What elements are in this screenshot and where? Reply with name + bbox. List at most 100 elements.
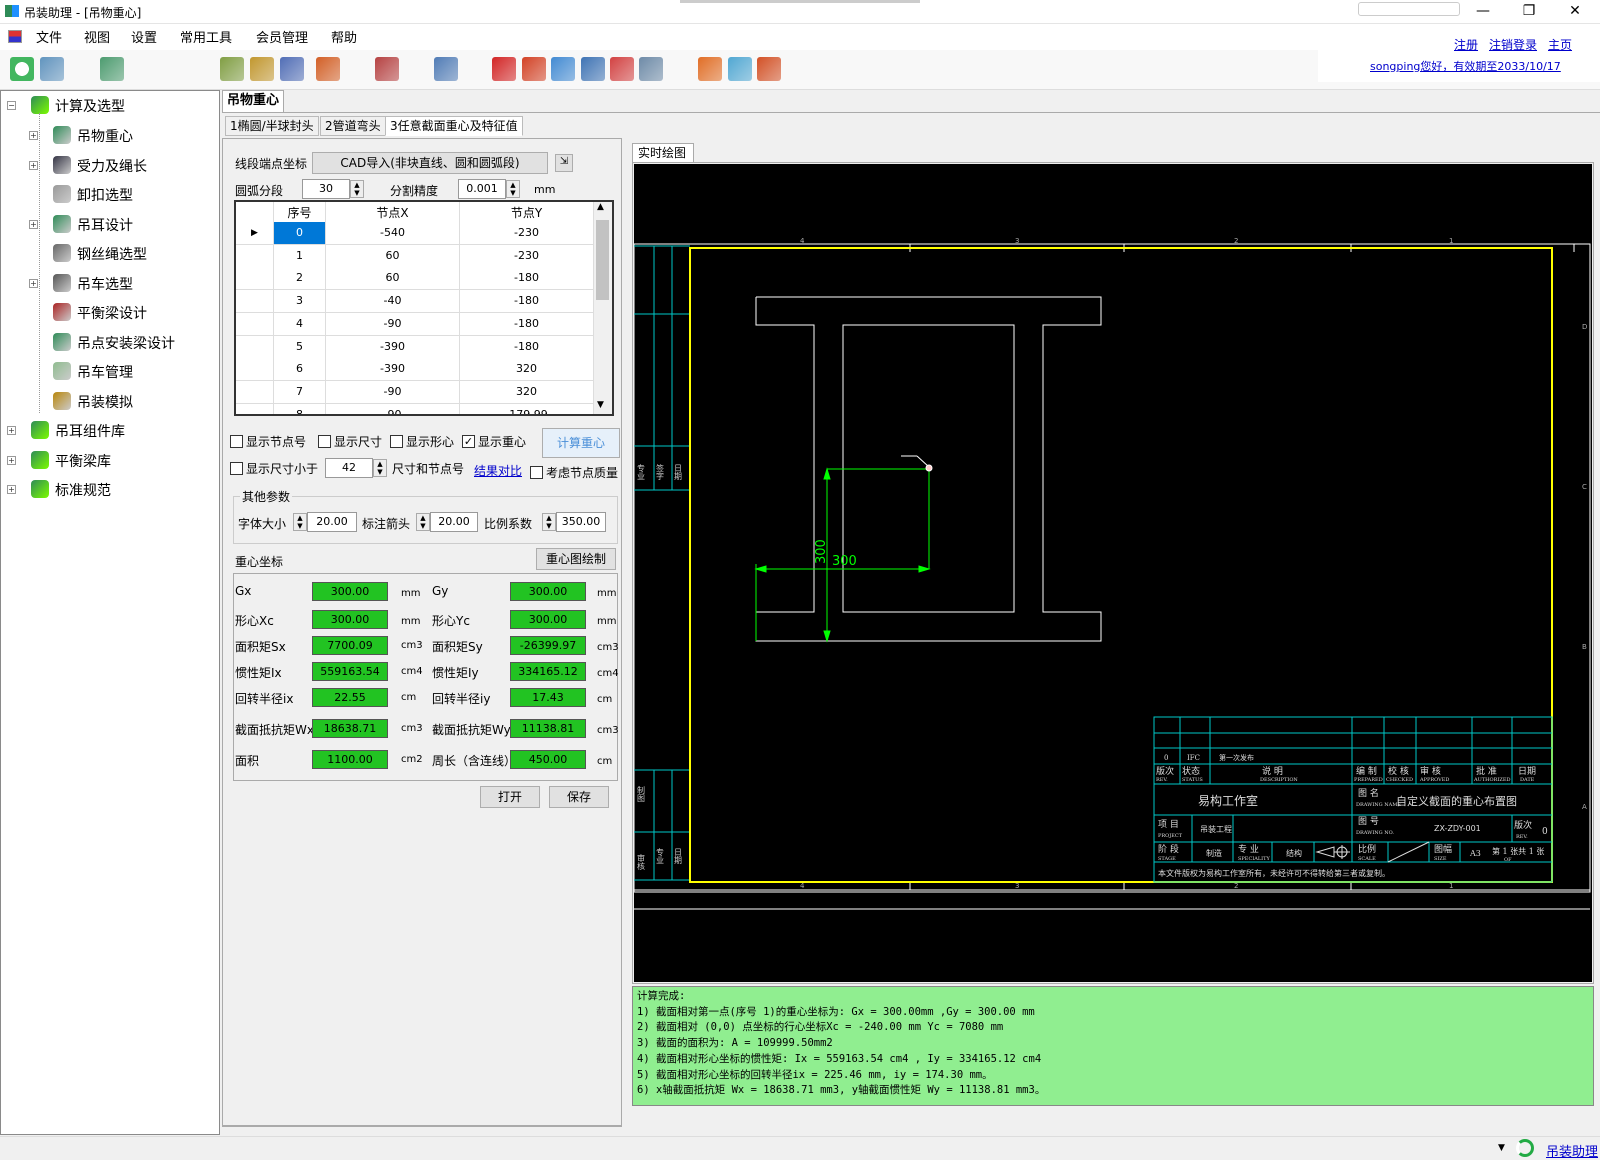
cad-import-button[interactable]: CAD导入(非块直线、圆和圆弧段)	[312, 152, 548, 174]
grid-cell[interactable]: 5	[274, 335, 326, 359]
tree-toggle-icon[interactable]: +	[29, 219, 38, 229]
pdf-icon[interactable]	[492, 57, 517, 81]
grid-cell[interactable]: -230	[460, 244, 594, 268]
grid-cell[interactable]: 1	[274, 244, 326, 268]
calculator-icon[interactable]	[345, 57, 369, 81]
cad-pick-icon[interactable]: ⇲	[555, 154, 573, 172]
grid-row-header[interactable]	[236, 290, 274, 314]
grid-cell[interactable]: -90	[326, 312, 460, 336]
logout-link[interactable]: 注销登录	[1489, 36, 1537, 53]
show-centroid-checkbox[interactable]	[390, 435, 403, 448]
size-less-input[interactable]: 42	[325, 458, 373, 478]
grid-cell[interactable]: -390	[326, 335, 460, 359]
compare-link[interactable]: 结果对比	[474, 462, 522, 479]
menu-tools[interactable]: 常用工具	[176, 27, 236, 46]
arrow-input[interactable]: 20.00	[430, 512, 478, 532]
mdi-icon[interactable]	[8, 30, 22, 43]
tree-item-6[interactable]: 平衡梁设计	[1, 298, 219, 328]
tree-root[interactable]: − 计算及选型	[1, 91, 219, 121]
crane-icon[interactable]	[160, 57, 184, 81]
size-less-stepper[interactable]: ▲ ▼	[373, 459, 387, 477]
close-tool-icon[interactable]	[698, 57, 723, 81]
tab-ellipse-head[interactable]: 1椭圆/半球封头	[225, 116, 319, 136]
open-button[interactable]: 打开	[480, 786, 540, 808]
grid-cell[interactable]: 0	[274, 222, 326, 245]
show-node-number-checkbox[interactable]	[230, 435, 243, 448]
logo-icon[interactable]	[10, 57, 34, 81]
message-output[interactable]: 计算完成: 1) 截面相对第一点(序号 1)的重心坐标为: Gx = 300.00…	[632, 986, 1594, 1106]
grid-cell[interactable]: -180	[460, 335, 594, 359]
font-size-stepper[interactable]: ▲ ▼	[293, 513, 307, 531]
doc-tab[interactable]: 吊物重心	[222, 90, 284, 112]
minimize-button[interactable]: —	[1460, 0, 1506, 24]
tree-item-2[interactable]: 卸扣选型	[1, 180, 219, 210]
save-button[interactable]: 保存	[549, 786, 609, 808]
tree-item-0[interactable]: + 吊物重心	[1, 121, 219, 151]
result-value[interactable]: 559163.54	[312, 662, 388, 681]
grid-cell[interactable]: 4	[274, 312, 326, 336]
gear-icon[interactable]	[70, 57, 94, 81]
grid-cell[interactable]: 60	[326, 244, 460, 268]
drawing-canvas[interactable]: 4 3 2 1 4 3 2 1 D C B A 专业 签字 日期 制图 审核 专…	[634, 164, 1592, 982]
result-value[interactable]: 11138.81	[510, 719, 586, 738]
cart-icon[interactable]	[757, 57, 781, 81]
grid-cell[interactable]: -90	[326, 380, 460, 404]
grid-cell[interactable]: -179.99	[460, 403, 594, 414]
compass-icon[interactable]	[316, 57, 340, 81]
tree-lib-2[interactable]: + 标准规范	[1, 475, 219, 505]
grid-cell[interactable]: 320	[460, 358, 594, 382]
grid-cell[interactable]: -390	[326, 358, 460, 382]
brush-icon[interactable]	[463, 57, 487, 81]
user-greeting[interactable]: songping您好，有效期至2033/10/17	[1370, 58, 1561, 74]
grid-cell[interactable]: 7	[274, 380, 326, 404]
grid-cell[interactable]: -40	[326, 290, 460, 314]
tab-pipe-elbow[interactable]: 2管道弯头	[320, 116, 386, 136]
menu-member[interactable]: 会员管理	[252, 27, 312, 46]
grid-row-header[interactable]	[236, 244, 274, 268]
scale-stepper[interactable]: ▲ ▼	[542, 513, 556, 531]
grid-cell[interactable]: 6	[274, 358, 326, 382]
font-size-input[interactable]: 20.00	[307, 512, 357, 532]
scale-input[interactable]: 350.00	[556, 512, 606, 532]
printer-icon[interactable]	[433, 57, 458, 81]
menu-settings[interactable]: 设置	[127, 27, 161, 46]
menu-help[interactable]: 帮助	[327, 27, 361, 46]
calc-gravity-button[interactable]: 计算重心	[542, 428, 620, 458]
node-mass-checkbox[interactable]	[530, 466, 543, 479]
restore-button[interactable]: ❐	[1506, 0, 1552, 24]
arc-seg-input[interactable]: 30	[302, 179, 350, 199]
tree-lib-1[interactable]: + 平衡梁库	[1, 446, 219, 476]
grid-row-header[interactable]	[236, 312, 274, 336]
result-value[interactable]: 450.00	[510, 750, 586, 769]
tree-item-9[interactable]: 吊装模拟	[1, 387, 219, 417]
tree-lib-0[interactable]: + 吊耳组件库	[1, 416, 219, 446]
tree-item-1[interactable]: + 受力及绳长	[1, 151, 219, 181]
grid-cell[interactable]: 3	[274, 290, 326, 314]
size-less-checkbox[interactable]	[230, 462, 243, 475]
grid-cell[interactable]: -180	[460, 290, 594, 314]
tree-toggle-icon[interactable]: +	[29, 160, 38, 170]
result-value[interactable]: 300.00	[510, 582, 586, 601]
draw-gravity-button[interactable]: 重心图绘制	[536, 548, 616, 570]
show-gravity-checkbox[interactable]: ✓	[462, 435, 475, 448]
hammer-icon[interactable]	[250, 57, 274, 81]
tree-item-7[interactable]: 吊点安装梁设计	[1, 328, 219, 358]
tree-toggle-icon[interactable]: +	[7, 455, 16, 465]
tree-item-3[interactable]: + 吊耳设计	[1, 210, 219, 240]
scissors-icon[interactable]	[374, 57, 399, 81]
node-grid[interactable]: 序号 节点X 节点Y ▶ 0 -540 -230 1 60 -230 2 60 -180 3 -40 -180…	[234, 200, 614, 416]
grid-row-header[interactable]: ▶	[236, 222, 274, 245]
grid-cell[interactable]: -230	[460, 222, 594, 245]
status-dropdown-icon[interactable]: ▼	[1498, 1143, 1505, 1153]
tree-toggle-icon[interactable]: −	[7, 101, 16, 110]
box-icon[interactable]	[280, 57, 304, 81]
grid-row-header[interactable]	[236, 267, 274, 291]
menu-file[interactable]: 文件	[32, 27, 66, 46]
menu-view[interactable]: 视图	[80, 27, 114, 46]
grid-scrollbar[interactable]: ▲ ▼	[594, 202, 612, 414]
tree-item-5[interactable]: + 吊车选型	[1, 269, 219, 299]
chat-icon[interactable]	[669, 57, 693, 81]
tree-toggle-icon[interactable]: +	[29, 131, 38, 140]
precision-stepper[interactable]: ▲ ▼	[506, 180, 520, 198]
grid-cell[interactable]: -180	[460, 267, 594, 291]
